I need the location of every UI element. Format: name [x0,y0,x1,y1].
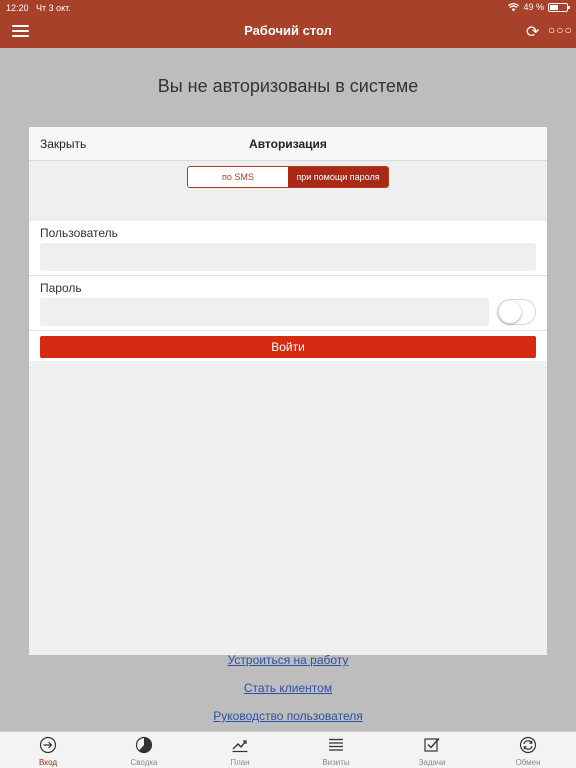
tasks-icon [424,738,440,752]
modal-header: Закрыть Авторизация [29,127,547,161]
segment-sms[interactable]: по SMS [188,167,288,187]
page-heading: Вы не авторизованы в системе [157,76,419,96]
nav-title: Рабочий стол [244,23,332,38]
sync-icon [519,736,537,754]
battery-icon [548,2,570,12]
auth-modal: Закрыть Авторизация по SMS при помощи па… [29,127,547,655]
tab-summary[interactable]: Сводка [114,736,174,767]
tab-label: Вход [38,758,58,767]
tab-label: Обмен [515,758,541,767]
refresh-icon[interactable]: ⟳ [526,22,539,42]
more-icon[interactable]: ○○○ [548,23,573,37]
tab-tasks[interactable]: Задачи [402,736,462,767]
tab-label: Визиты [322,758,350,767]
status-right: 49 % [508,2,570,12]
status-bar: 12:20 Чт 3 окт. 49 % [0,0,576,16]
link-get-job[interactable]: Устроиться на работу [0,653,576,667]
toggle-knob [499,301,521,323]
tab-label: План [230,758,250,767]
list-icon [329,738,343,751]
tab-visits[interactable]: Визиты [306,736,366,767]
battery-percent: 49 % [523,2,544,12]
tab-label: Задачи [418,758,446,767]
tab-bar: Вход Сводка План Визиты Задачи Обмен [0,731,576,768]
login-button[interactable]: Войти [40,336,536,358]
close-button[interactable]: Закрыть [40,137,86,151]
username-input[interactable] [40,243,536,271]
status-time: 12:20 [6,3,29,13]
divider [29,275,547,276]
link-become-client[interactable]: Стать клиентом [0,681,576,695]
status-date: Чт 3 окт. [36,3,71,13]
modal-title: Авторизация [249,137,327,151]
link-user-guide[interactable]: Руководство пользователя [0,709,576,723]
show-password-toggle[interactable] [497,299,536,325]
top-bar: 12:20 Чт 3 окт. 49 % Рабочий стол ⟳ ○○○ [0,0,576,48]
trend-chart-icon [232,740,248,753]
segment-password[interactable]: при помощи пароля [288,167,388,187]
tab-plan[interactable]: План [210,736,270,767]
tab-login[interactable]: Вход [18,736,78,767]
tab-exchange[interactable]: Обмен [498,736,558,767]
username-label: Пользователь [40,226,118,240]
pie-chart-icon [135,736,153,754]
password-label: Пароль [40,281,82,295]
login-icon [39,736,57,754]
auth-method-segmented-control: по SMS при помощи пароля [187,166,389,188]
divider [29,330,547,331]
wifi-icon [508,2,520,11]
tab-label: Сводка [130,758,158,767]
password-input[interactable] [40,298,489,326]
